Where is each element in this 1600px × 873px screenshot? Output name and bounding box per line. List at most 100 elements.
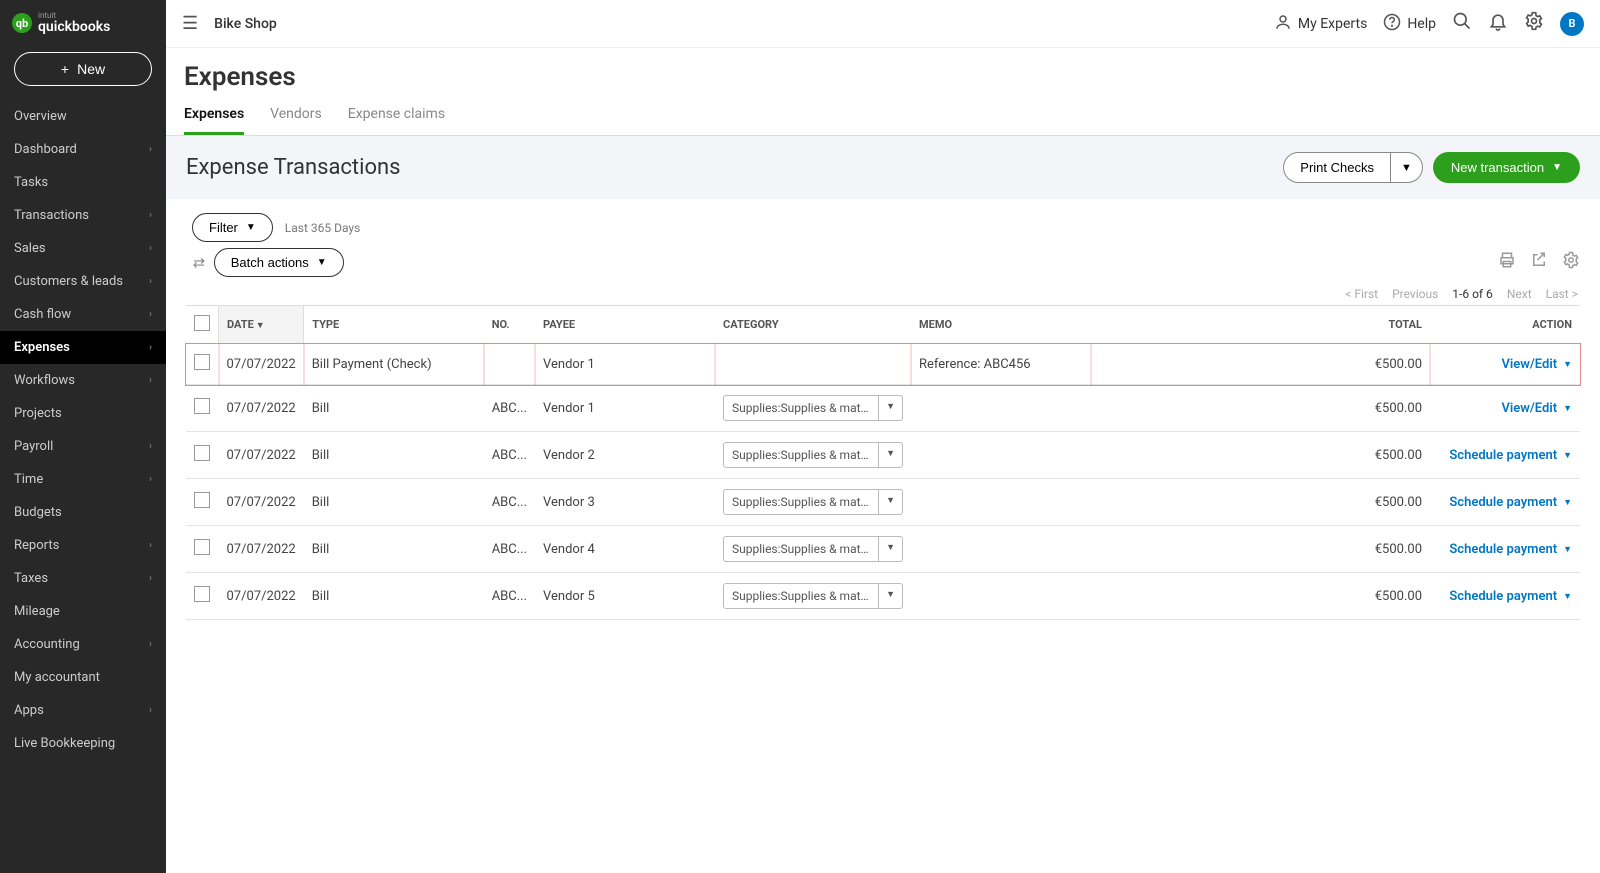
new-button[interactable]: + New — [14, 52, 152, 86]
col-category[interactable]: CATEGORY — [715, 306, 911, 344]
row-action-link[interactable]: Schedule payment▼ — [1449, 542, 1572, 557]
col-date[interactable]: DATE▼ — [219, 306, 304, 344]
select-all-checkbox[interactable] — [194, 315, 210, 331]
row-action-link[interactable]: View/Edit▼ — [1501, 357, 1572, 372]
sidebar-item-mileage[interactable]: Mileage — [0, 595, 166, 628]
sidebar-item-overview[interactable]: Overview — [0, 100, 166, 133]
sidebar-item-sales[interactable]: Sales› — [0, 232, 166, 265]
subheader: Expense Transactions Print Checks ▼ New … — [166, 136, 1600, 199]
table-row[interactable]: 07/07/2022BillABC...Vendor 4Supplies:Sup… — [186, 526, 1580, 573]
sidebar-item-payroll[interactable]: Payroll› — [0, 430, 166, 463]
cell-memo — [911, 385, 1091, 432]
cell-type: Bill Payment (Check) — [304, 344, 484, 385]
row-checkbox[interactable] — [194, 445, 210, 461]
batch-actions-button[interactable]: Batch actions ▼ — [214, 248, 344, 277]
table-row[interactable]: 07/07/2022BillABC...Vendor 1Supplies:Sup… — [186, 385, 1580, 432]
qb-logo-icon: qb — [12, 13, 32, 33]
cell-no — [484, 344, 535, 385]
chevron-down-icon[interactable]: ▼ — [878, 537, 902, 561]
table-row[interactable]: 07/07/2022BillABC...Vendor 2Supplies:Sup… — [186, 432, 1580, 479]
gear-icon[interactable] — [1524, 11, 1544, 36]
sidebar-item-expenses[interactable]: Expenses› — [0, 331, 166, 364]
tab-expenses[interactable]: Expenses — [184, 106, 244, 135]
chevron-down-icon[interactable]: ▼ — [878, 443, 902, 467]
row-action-link[interactable]: View/Edit▼ — [1501, 401, 1572, 416]
col-total[interactable]: TOTAL — [1091, 306, 1430, 344]
row-action-link[interactable]: Schedule payment▼ — [1449, 589, 1572, 604]
person-icon — [1274, 13, 1292, 35]
col-payee[interactable]: PAYEE — [535, 306, 715, 344]
my-experts-link[interactable]: My Experts — [1274, 13, 1367, 35]
category-select[interactable]: Supplies:Supplies & materials▼ — [723, 583, 903, 609]
row-action-link[interactable]: Schedule payment▼ — [1449, 495, 1572, 510]
print-checks-button[interactable]: Print Checks — [1283, 152, 1391, 183]
sidebar-item-workflows[interactable]: Workflows› — [0, 364, 166, 397]
sidebar-item-time[interactable]: Time› — [0, 463, 166, 496]
sidebar-item-cash-flow[interactable]: Cash flow› — [0, 298, 166, 331]
sidebar-item-label: Dashboard — [14, 142, 77, 157]
row-checkbox[interactable] — [194, 492, 210, 508]
sidebar-item-label: Live Bookkeeping — [14, 736, 115, 751]
settings-icon[interactable] — [1562, 251, 1580, 274]
col-type[interactable]: TYPE — [304, 306, 484, 344]
table-row[interactable]: 07/07/2022BillABC...Vendor 5Supplies:Sup… — [186, 573, 1580, 620]
col-no[interactable]: NO. — [484, 306, 535, 344]
print-icon[interactable] — [1498, 251, 1516, 274]
sidebar-item-dashboard[interactable]: Dashboard› — [0, 133, 166, 166]
chevron-down-icon[interactable]: ▼ — [878, 396, 902, 420]
page-previous[interactable]: Previous — [1392, 287, 1438, 301]
tab-expense-claims[interactable]: Expense claims — [348, 106, 445, 135]
col-memo[interactable]: MEMO — [911, 306, 1091, 344]
row-checkbox[interactable] — [194, 354, 210, 370]
chevron-down-icon[interactable]: ▼ — [878, 584, 902, 608]
new-transaction-button[interactable]: New transaction ▼ — [1433, 152, 1580, 183]
row-checkbox[interactable] — [194, 539, 210, 555]
search-icon[interactable] — [1452, 11, 1472, 36]
sidebar-item-taxes[interactable]: Taxes› — [0, 562, 166, 595]
tab-vendors[interactable]: Vendors — [270, 106, 322, 135]
help-link[interactable]: Help — [1383, 13, 1436, 35]
chevron-down-icon[interactable]: ▼ — [878, 490, 902, 514]
row-action-link[interactable]: Schedule payment▼ — [1449, 448, 1572, 463]
filter-button[interactable]: Filter ▼ — [192, 213, 273, 242]
category-select[interactable]: Supplies:Supplies & materials▼ — [723, 395, 903, 421]
page-first[interactable]: < First — [1345, 287, 1378, 301]
cell-category: Supplies:Supplies & materials▼ — [715, 526, 911, 573]
print-checks-dropdown[interactable]: ▼ — [1391, 152, 1423, 183]
category-select[interactable]: Supplies:Supplies & materials▼ — [723, 442, 903, 468]
category-select[interactable]: Supplies:Supplies & materials▼ — [723, 536, 903, 562]
sidebar-item-live-bookkeeping[interactable]: Live Bookkeeping — [0, 727, 166, 760]
page-next[interactable]: Next — [1507, 287, 1532, 301]
sort-icon[interactable]: ⇅ — [190, 257, 206, 269]
sidebar-item-accounting[interactable]: Accounting› — [0, 628, 166, 661]
bell-icon[interactable] — [1488, 11, 1508, 36]
sidebar-item-customers-leads[interactable]: Customers & leads› — [0, 265, 166, 298]
category-select[interactable]: Supplies:Supplies & materials▼ — [723, 489, 903, 515]
col-action[interactable]: ACTION — [1430, 306, 1580, 344]
cell-action: View/Edit▼ — [1430, 344, 1580, 385]
sidebar-item-apps[interactable]: Apps› — [0, 694, 166, 727]
category-select-value: Supplies:Supplies & materials — [724, 443, 878, 467]
table-row[interactable]: 07/07/2022Bill Payment (Check)Vendor 1Re… — [186, 344, 1580, 385]
cell-date: 07/07/2022 — [219, 479, 304, 526]
sidebar-item-tasks[interactable]: Tasks — [0, 166, 166, 199]
row-checkbox[interactable] — [194, 586, 210, 602]
sidebar-item-budgets[interactable]: Budgets — [0, 496, 166, 529]
sidebar-item-my-accountant[interactable]: My accountant — [0, 661, 166, 694]
cell-date: 07/07/2022 — [219, 385, 304, 432]
category-select-value: Supplies:Supplies & materials — [724, 396, 878, 420]
category-select-value: Supplies:Supplies & materials — [724, 490, 878, 514]
table-row[interactable]: 07/07/2022BillABC...Vendor 3Supplies:Sup… — [186, 479, 1580, 526]
row-checkbox[interactable] — [194, 398, 210, 414]
sidebar-item-projects[interactable]: Projects — [0, 397, 166, 430]
topbar: ☰ Bike Shop My Experts Help — [166, 0, 1600, 48]
sidebar-item-transactions[interactable]: Transactions› — [0, 199, 166, 232]
hamburger-icon[interactable]: ☰ — [182, 13, 198, 34]
page-last[interactable]: Last > — [1546, 287, 1578, 301]
export-icon[interactable] — [1530, 251, 1548, 274]
avatar[interactable]: B — [1560, 12, 1584, 36]
cell-action: Schedule payment▼ — [1430, 479, 1580, 526]
expense-table: DATE▼ TYPE NO. PAYEE CATEGORY MEMO TOTAL… — [186, 305, 1580, 620]
sidebar-item-reports[interactable]: Reports› — [0, 529, 166, 562]
category-select-value: Supplies:Supplies & materials — [724, 537, 878, 561]
